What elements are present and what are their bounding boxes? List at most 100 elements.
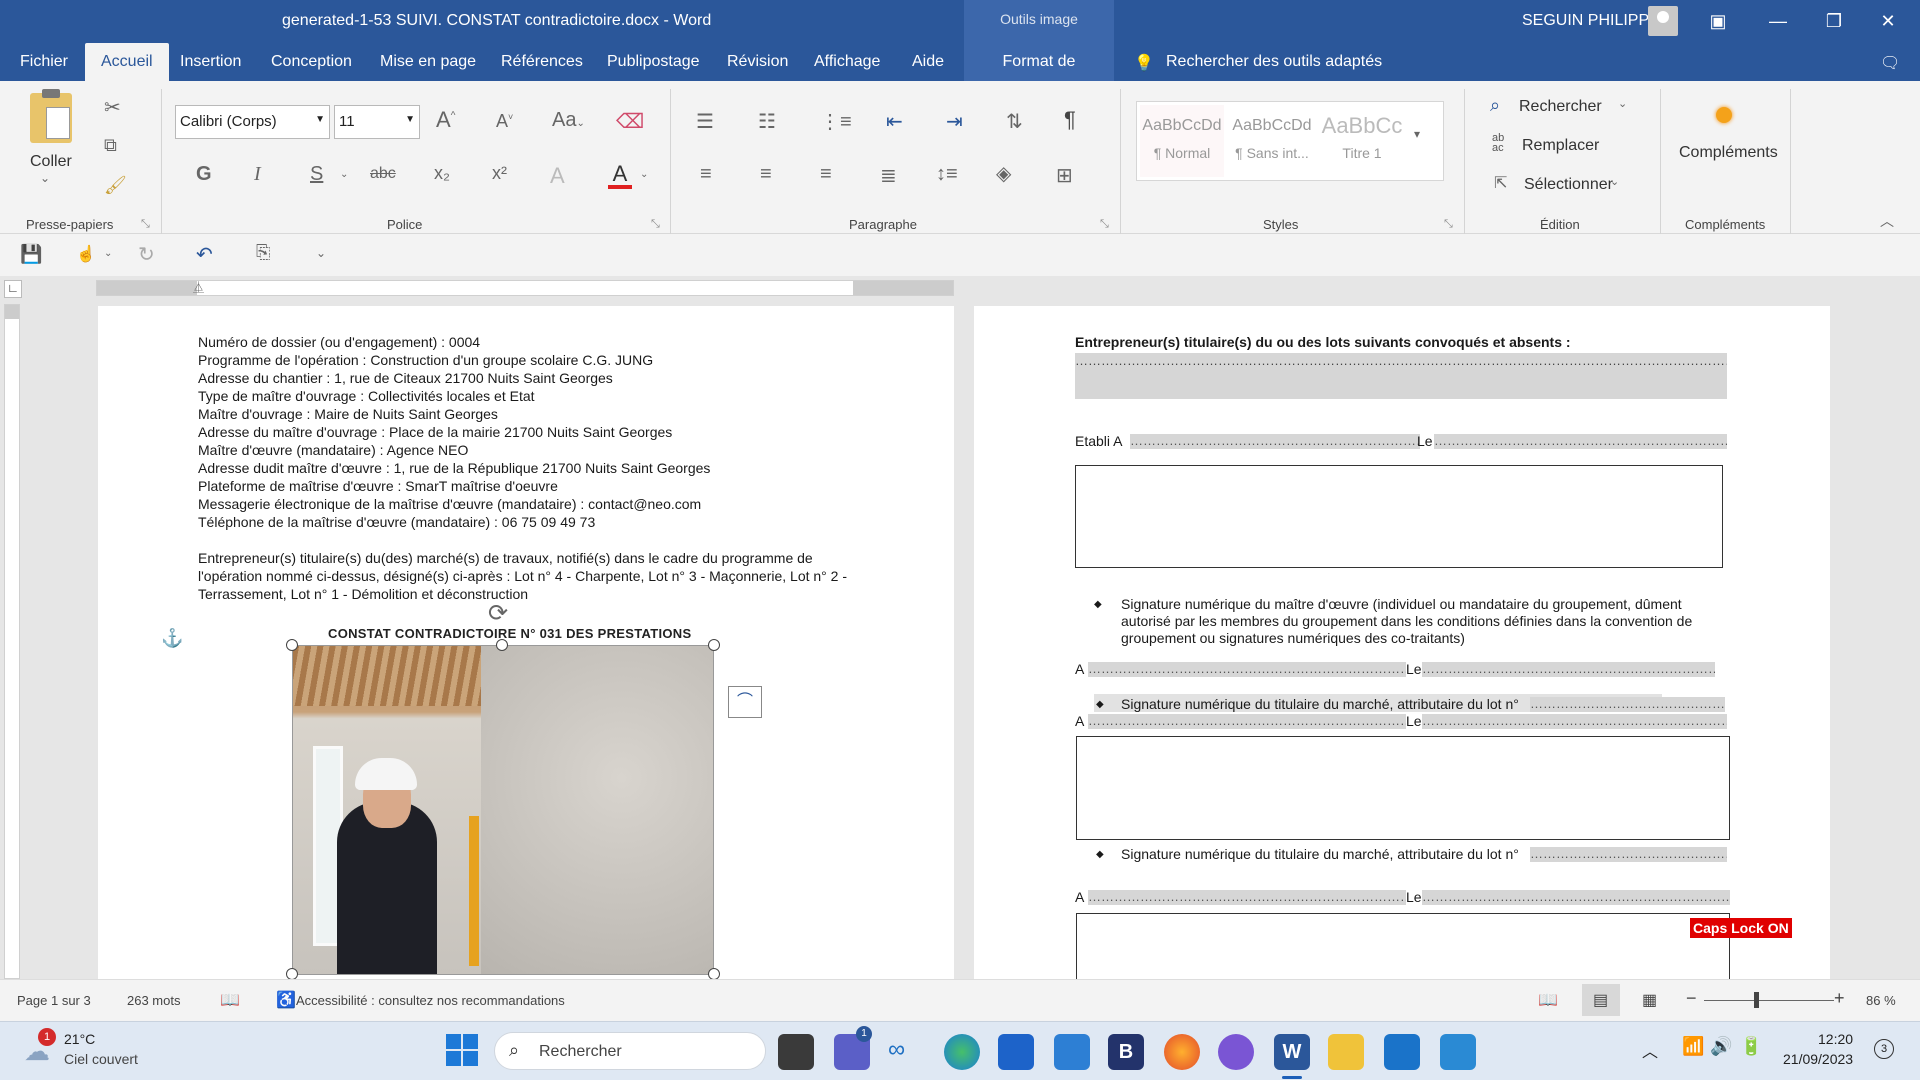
doc-line[interactable]: Maître d'ouvrage : Maire de Nuits Saint … xyxy=(198,405,858,423)
firefox-icon[interactable] xyxy=(1164,1034,1200,1070)
taskbar-search[interactable]: ⌕ Rechercher xyxy=(494,1032,766,1070)
wifi-icon[interactable]: 📶 xyxy=(1682,1036,1704,1057)
strikethrough-button[interactable]: abc xyxy=(370,165,396,183)
resize-handle[interactable] xyxy=(496,639,508,651)
place-field[interactable]: ………………………………………………………………………………………… xyxy=(1088,714,1406,729)
addins-icon[interactable] xyxy=(1716,107,1732,123)
paste-label[interactable]: Coller xyxy=(30,153,72,171)
resize-handle[interactable] xyxy=(708,639,720,651)
document-workspace[interactable]: ∟ ⏅ Numéro de dossier (ou d'engagement) … xyxy=(0,276,1920,979)
screenshot-icon[interactable]: ⎘ xyxy=(256,242,270,263)
word-count[interactable]: 263 mots xyxy=(127,993,180,1008)
font-name-input[interactable]: Calibri (Corps) ▼ xyxy=(175,105,330,139)
touch-mode-icon[interactable]: ☝ xyxy=(76,244,96,264)
save-icon[interactable]: 💾 xyxy=(20,244,42,265)
dialog-launcher-icon[interactable]: ⤡ xyxy=(1444,218,1453,231)
cut-icon[interactable]: ✂ xyxy=(104,95,121,120)
app-icon[interactable] xyxy=(1218,1034,1254,1070)
chevron-down-icon[interactable]: ⌄ xyxy=(340,169,348,180)
doc-line[interactable]: Programme de l'opération : Construction … xyxy=(198,351,858,369)
ribbon-display-options-icon[interactable]: ▣ xyxy=(1698,6,1738,36)
replace-icon[interactable]: ab ac xyxy=(1492,133,1504,154)
signature-box[interactable] xyxy=(1075,465,1723,568)
lot-number-field[interactable]: …………………………………………… xyxy=(1530,847,1727,862)
doc-line[interactable]: Maître d'œuvre (mandataire) : Agence NEO xyxy=(198,441,858,459)
chevron-up-icon[interactable]: ︿ xyxy=(1642,1038,1658,1062)
word-icon[interactable]: W xyxy=(1274,1034,1310,1070)
doc-line[interactable]: Adresse dudit maître d'œuvre : 1, rue de… xyxy=(198,459,858,477)
tab-conception[interactable]: Conception xyxy=(257,43,366,81)
doc-line[interactable]: Numéro de dossier (ou d'engagement) : 00… xyxy=(198,333,858,351)
text-effects-icon[interactable]: A xyxy=(550,163,565,189)
proofing-icon[interactable]: 📖 xyxy=(220,990,240,1010)
clock-time[interactable]: 12:20 xyxy=(1818,1031,1853,1047)
find-button[interactable]: Rechercher xyxy=(1519,98,1602,116)
replace-button[interactable]: Remplacer xyxy=(1522,137,1599,155)
date-field[interactable]: …………………………………………………………………………………… xyxy=(1422,714,1727,729)
close-button[interactable]: ✕ xyxy=(1868,6,1908,36)
decrease-indent-icon[interactable]: ⇤ xyxy=(886,109,903,134)
chevron-down-icon[interactable]: ⌄ xyxy=(1610,175,1619,188)
align-left-icon[interactable]: ≡ xyxy=(700,163,712,186)
read-mode-icon[interactable]: 📖 xyxy=(1538,990,1558,1010)
vertical-ruler[interactable] xyxy=(4,304,20,979)
battery-icon[interactable]: 🔋 xyxy=(1740,1036,1762,1057)
style-titre-1[interactable]: AaBbCc Titre 1 xyxy=(1320,105,1404,177)
tab-mise-en-page[interactable]: Mise en page xyxy=(366,43,490,81)
style-normal[interactable]: AaBbCcDd ¶ Normal xyxy=(1140,105,1224,177)
zoom-in-icon[interactable]: + xyxy=(1834,988,1845,1009)
comments-icon[interactable]: 🗨 xyxy=(1880,53,1900,73)
line-spacing-icon[interactable]: ↕≡ xyxy=(936,163,958,186)
dialog-launcher-icon[interactable]: ⤡ xyxy=(651,218,660,231)
chevron-down-icon[interactable]: ⌄ xyxy=(640,169,648,180)
doc-line[interactable]: Plateforme de maîtrise d'œuvre : SmarT m… xyxy=(198,477,858,495)
place-field[interactable]: …………………………………………………………………………………… xyxy=(1130,434,1420,449)
doc-line[interactable]: Adresse du maître d'ouvrage : Place de l… xyxy=(198,423,858,441)
weather-desc[interactable]: Ciel couvert xyxy=(64,1051,138,1067)
dialog-launcher-icon[interactable]: ⤡ xyxy=(1100,218,1109,231)
avatar[interactable] xyxy=(1648,6,1678,36)
outlook-icon[interactable] xyxy=(1384,1034,1420,1070)
date-field[interactable]: …………………………………………………………………………………… xyxy=(1434,434,1727,449)
absent-heading[interactable]: Entrepreneur(s) titulaire(s) du ou des l… xyxy=(1075,333,1571,351)
resize-handle[interactable] xyxy=(286,968,298,979)
doc-line[interactable]: Téléphone de la maîtrise d'œuvre (mandat… xyxy=(198,513,858,531)
doc-line[interactable]: Messagerie électronique de la maîtrise d… xyxy=(198,495,858,513)
task-view-icon[interactable] xyxy=(778,1034,814,1070)
styles-more-icon[interactable]: ▾ xyxy=(1414,127,1420,141)
app-icon[interactable] xyxy=(1440,1034,1476,1070)
store-icon[interactable] xyxy=(998,1034,1034,1070)
select-cursor-icon[interactable]: ⇱ xyxy=(1494,173,1507,193)
resize-handle[interactable] xyxy=(708,968,720,979)
resize-handle[interactable] xyxy=(286,639,298,651)
bullets-icon[interactable]: ☰ xyxy=(696,109,714,134)
place-field[interactable]: ………………………………………………………………………………………… xyxy=(1088,890,1406,905)
style-sans-interligne[interactable]: AaBbCcDd ¶ Sans int... xyxy=(1230,105,1314,177)
dialog-launcher-icon[interactable]: ⤡ xyxy=(141,218,150,231)
weather-temp[interactable]: 21°C xyxy=(64,1031,95,1047)
document-header-block[interactable]: Numéro de dossier (ou d'engagement) : 00… xyxy=(198,333,858,603)
sig-moe-text[interactable]: Signature numérique du maître d'œuvre (i… xyxy=(1121,596,1727,647)
lot-number-field[interactable]: …………………………………………… xyxy=(1530,697,1725,712)
doc-paragraph[interactable]: Entrepreneur(s) titulaire(s) du(des) mar… xyxy=(198,549,853,603)
align-center-icon[interactable]: ≡ xyxy=(760,163,772,186)
zoom-slider-thumb[interactable] xyxy=(1754,992,1759,1008)
volume-icon[interactable]: 🔊 xyxy=(1710,1036,1732,1057)
shading-icon[interactable]: ◈ xyxy=(996,161,1011,186)
absent-lots-field[interactable]: …………………………………………………………………………………………………………… xyxy=(1075,353,1727,399)
bold-button[interactable]: G xyxy=(196,163,212,186)
shrink-font-icon[interactable]: A˅ xyxy=(496,111,513,132)
indent-marker-icon[interactable]: ⏅ xyxy=(193,279,204,295)
layout-options-icon[interactable]: ⌒ xyxy=(728,686,762,718)
tab-affichage[interactable]: Affichage xyxy=(800,43,894,81)
signature-box[interactable] xyxy=(1076,736,1730,840)
tab-format-image[interactable]: Format de l'image xyxy=(964,43,1114,108)
file-explorer-icon[interactable] xyxy=(1328,1034,1364,1070)
sig-titulaire-text[interactable]: Signature numérique du titulaire du marc… xyxy=(1121,695,1519,713)
minimize-button[interactable]: — xyxy=(1758,6,1798,36)
start-icon[interactable] xyxy=(446,1034,478,1066)
paste-icon[interactable] xyxy=(30,89,72,143)
tab-selector-icon[interactable]: ∟ xyxy=(4,280,22,298)
copy-icon[interactable]: ⧉ xyxy=(104,135,117,156)
font-size-input[interactable]: 11 ▼ xyxy=(334,105,420,139)
